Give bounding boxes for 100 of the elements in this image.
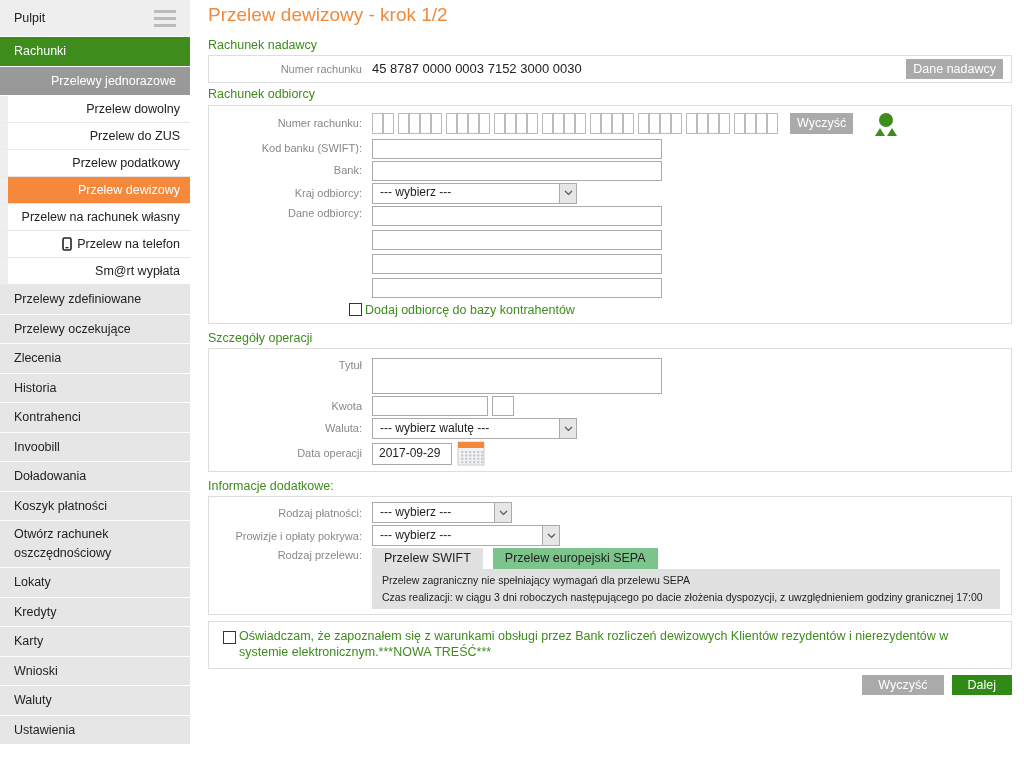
digit-field[interactable] [553, 113, 564, 135]
digit-field[interactable] [409, 113, 420, 135]
field-label: Rodzaj przelewu: [276, 548, 363, 563]
checkbox[interactable] [223, 630, 236, 644]
digit-field[interactable] [719, 113, 730, 135]
digit-field[interactable] [590, 113, 601, 135]
field-label: Kwota [330, 398, 363, 414]
sidebar-item[interactable]: Otwórz rachunek oszczędnościowy [0, 521, 190, 568]
caret-icon [563, 425, 573, 432]
digit-field[interactable] [671, 113, 682, 135]
next-button[interactable]: Dalej [951, 675, 1012, 696]
sidebar-subitem[interactable]: Przelew podatkowy [0, 150, 190, 177]
digit-field[interactable] [734, 113, 745, 135]
field-label: Tytuł [337, 358, 363, 373]
sidebar-item[interactable]: Historia [0, 373, 190, 403]
digit-field[interactable] [527, 113, 538, 135]
sidebar-item[interactable]: Kontrahenci [0, 403, 190, 433]
field-label: Numer rachunku [279, 62, 363, 77]
sidebar-subitem[interactable]: Przelew do ZUS [0, 123, 190, 150]
section-heading: Rachunek odbiorcy [208, 86, 316, 103]
digit-field[interactable] [745, 113, 756, 135]
select-field[interactable]: --- wybierz --- [372, 502, 512, 524]
sidebar-item[interactable]: Wnioski [0, 656, 190, 686]
checkbox-label: Dodaj odbiorcę do bazy kontrahentów [365, 301, 575, 318]
digit-field[interactable] [708, 113, 719, 135]
digit-field[interactable] [686, 113, 697, 135]
digit-field[interactable] [660, 113, 671, 135]
contacts-icon[interactable] [873, 110, 900, 137]
sidebar-item[interactable]: Przelewy oczekujące [0, 314, 190, 344]
tab[interactable]: Przelew europejski SEPA [492, 548, 658, 569]
digit-field[interactable] [542, 113, 553, 135]
caret-icon [546, 532, 556, 539]
select-field[interactable]: --- wybierz --- [372, 182, 577, 204]
decimal-field[interactable] [492, 396, 514, 417]
digit-field[interactable] [468, 113, 479, 135]
text-area[interactable] [372, 358, 662, 395]
sidebar-item[interactable]: Rachunki [0, 37, 190, 67]
select-field[interactable]: --- wybierz walutę --- [372, 418, 577, 440]
sidebar-item[interactable]: Doładowania [0, 462, 190, 492]
sidebar-item[interactable]: Waluty [0, 686, 190, 716]
field-label: Rodzaj płatności: [277, 505, 363, 520]
sidebar-subitem[interactable]: Przelew na telefon [0, 231, 190, 258]
caret-icon [498, 509, 508, 516]
text-field[interactable] [372, 205, 662, 226]
digit-field[interactable] [398, 113, 409, 135]
sidebar-subitem[interactable]: Przelew na rachunek własny [0, 204, 190, 231]
panel-text: Przelew zagraniczny nie spełniający wymagań dla przelewu SEPA [382, 572, 691, 588]
sidebar-item[interactable]: Przelewy zdefiniowane [0, 285, 190, 315]
digit-field[interactable] [756, 113, 767, 135]
section-heading: Szczegóły operacji [208, 329, 314, 347]
menu-icon[interactable] [154, 9, 176, 27]
digit-field[interactable] [420, 113, 431, 135]
checkbox[interactable] [349, 303, 362, 317]
select-field[interactable]: --- wybierz --- [372, 525, 560, 547]
sidebar-item[interactable]: Kredyty [0, 597, 190, 627]
sidebar-item[interactable]: Ustawienia [0, 715, 190, 745]
section-heading: Rachunek nadawcy [208, 36, 319, 54]
digit-field[interactable] [479, 113, 490, 135]
digit-field[interactable] [505, 113, 516, 135]
sidebar-item[interactable]: Invoobill [0, 432, 190, 462]
panel-text: Czas realizacji: w ciągu 3 dni roboczych następującego po dacie złożenia dyspozycji, z uwzględnieniem godziny granicznej 17:00 [382, 589, 984, 605]
sidebar-subitem[interactable]: Sm@rt wypłata [0, 258, 190, 285]
sidebar-item[interactable]: Karty [0, 627, 190, 657]
digit-field[interactable] [431, 113, 442, 135]
field-label: Bank: [332, 163, 363, 178]
digit-field[interactable] [446, 113, 457, 135]
field-label: Dane odbiorcy: [287, 205, 363, 220]
sidebar-item[interactable]: Zlecenia [0, 344, 190, 374]
digit-field[interactable] [383, 113, 394, 135]
digit-field[interactable] [767, 113, 778, 135]
sidebar-item[interactable]: Lokaty [0, 568, 190, 598]
digit-field[interactable] [623, 113, 634, 135]
text-field[interactable] [372, 138, 662, 159]
sidebar-item[interactable]: Pulpit [14, 9, 46, 27]
amount-field[interactable] [372, 396, 488, 417]
text-field[interactable] [372, 253, 662, 274]
sidebar-item[interactable]: Koszyk płatności [0, 491, 190, 521]
field-label: Data operacji [296, 446, 363, 461]
text-field[interactable] [372, 229, 662, 250]
field-label: Prowizje i opłaty pokrywa: [234, 528, 363, 543]
digit-field[interactable] [575, 113, 586, 135]
digit-field[interactable] [494, 113, 505, 135]
digit-field[interactable] [638, 113, 649, 135]
digit-field[interactable] [516, 113, 527, 135]
digit-field[interactable] [697, 113, 708, 135]
text-field[interactable] [372, 160, 662, 181]
calendar-icon[interactable] [457, 441, 485, 467]
digit-field[interactable] [457, 113, 468, 135]
digit-field[interactable] [372, 113, 383, 135]
digit-field[interactable] [601, 113, 612, 135]
account-number: 45 8787 0000 0003 7152 3000 0030 [372, 60, 583, 78]
digit-field[interactable] [612, 113, 623, 135]
consent-text: Oświadczam, że zapoznałem się z warunkami obsługi przez Bank rozliczeń dewizowych Klientów rezydentów i nierezydentów w systemie elektronicznym.***NOWA TREŚĆ*** [239, 627, 950, 661]
digit-field[interactable] [564, 113, 575, 135]
tab[interactable]: Przelew SWIFT [372, 548, 483, 569]
digit-field[interactable] [649, 113, 660, 135]
text-field[interactable] [372, 277, 662, 298]
date-field[interactable]: 2017-09-29 [372, 442, 452, 465]
caret-icon [563, 190, 573, 197]
sidebar-subitem[interactable]: Przelew dowolny [0, 96, 190, 123]
